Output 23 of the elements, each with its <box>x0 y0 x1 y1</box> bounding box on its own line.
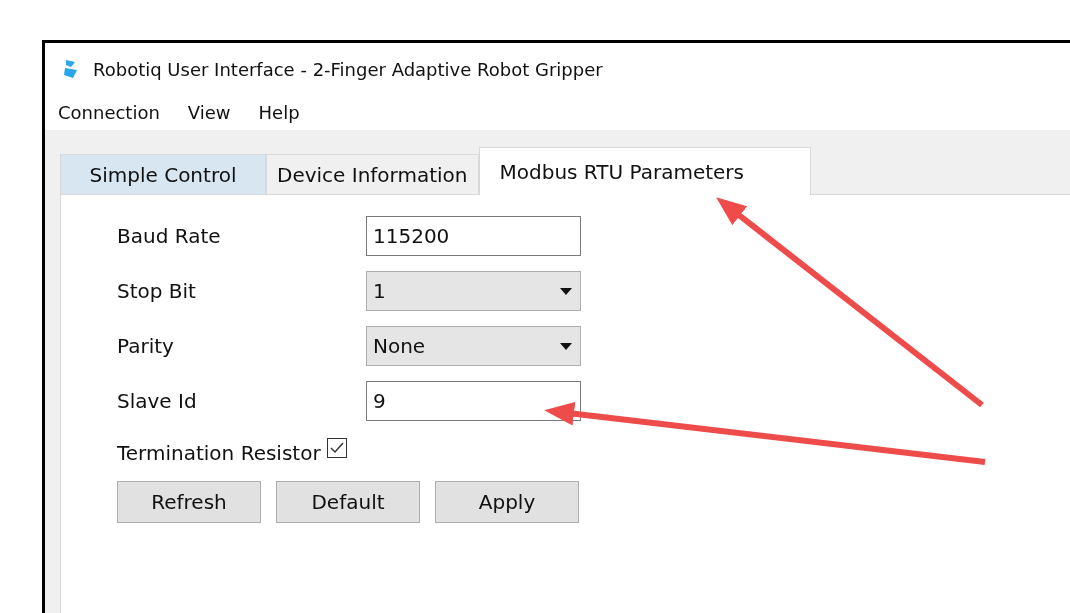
caret-icon <box>560 342 572 350</box>
tab[interactable]: Device Information <box>266 154 479 194</box>
menu-item[interactable]: Connection <box>58 102 160 123</box>
push-button[interactable]: Default <box>276 481 420 523</box>
caret-icon <box>560 287 572 295</box>
menu-item[interactable]: Help <box>258 102 300 123</box>
push-button[interactable]: Refresh <box>117 481 261 523</box>
field-label: Parity <box>117 334 175 358</box>
field-label: Baud Rate <box>117 224 222 248</box>
tab[interactable]: Modbus RTU Parameters <box>478 147 811 195</box>
dropdown[interactable]: None <box>366 326 581 366</box>
checkbox[interactable] <box>326 438 347 458</box>
app-logo-icon <box>63 59 79 79</box>
checkbox-label: Termination Resistor <box>117 441 321 465</box>
dropdown[interactable]: 1 <box>366 271 581 311</box>
window-title: Robotiq User Interface - 2-Finger Adaptive Robot Gripper <box>93 58 603 80</box>
field-label: Slave Id <box>117 389 198 413</box>
field-label: Stop Bit <box>117 279 197 303</box>
push-button[interactable]: Apply <box>435 481 579 523</box>
input-field[interactable]: 115200 <box>366 216 581 256</box>
input-field[interactable]: 9 <box>366 381 581 421</box>
menu-item[interactable]: View <box>187 102 231 123</box>
tab[interactable]: Simple Control <box>60 154 266 194</box>
